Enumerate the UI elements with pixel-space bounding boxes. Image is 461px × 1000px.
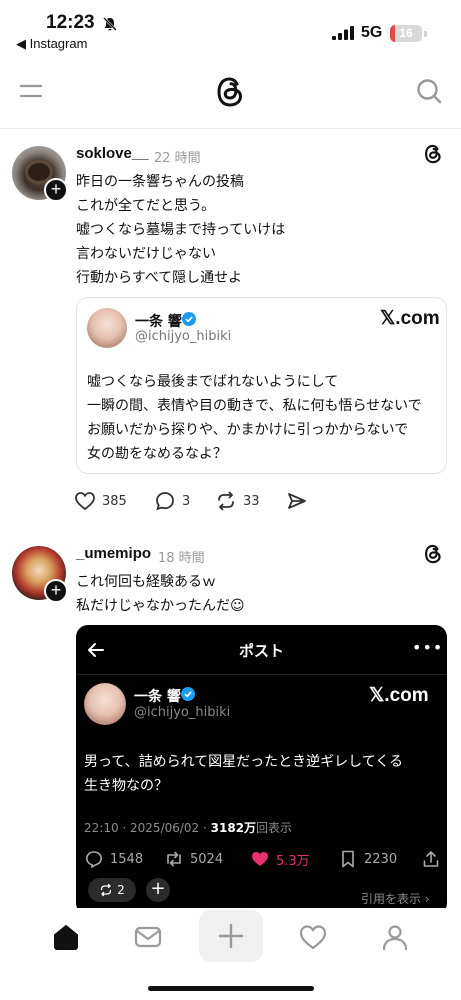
silent-bell-icon xyxy=(103,17,117,31)
activity-heart-icon[interactable] xyxy=(298,922,328,952)
embed-retweet-count: 5024 xyxy=(190,851,224,867)
embed-meta-views: 3182万 xyxy=(210,821,257,835)
profile-icon[interactable] xyxy=(380,922,410,952)
add-button[interactable]: + xyxy=(146,878,170,902)
quote-text-line: 嘘つくなら最後までばれないようにして xyxy=(87,374,339,390)
embed-reply-count: 1548 xyxy=(110,851,144,867)
battery-tip xyxy=(424,31,427,37)
search-icon[interactable] xyxy=(416,78,442,104)
embed-bookmark-count: 2230 xyxy=(364,851,398,867)
view-quotes-link[interactable]: 引用を表示 › xyxy=(361,890,430,907)
menu-icon[interactable] xyxy=(20,82,42,100)
send-icon xyxy=(288,493,306,509)
more-icon: ••• xyxy=(412,638,444,657)
embed-share-stat xyxy=(421,849,441,869)
embed-text-line: 生き物なの？ xyxy=(84,778,168,794)
battery-icon: 16 xyxy=(390,25,422,42)
embedded-screenshot[interactable]: ポスト ••• 一条 響 @ichijyo_hibiki 𝕏.com 男って、詰… xyxy=(76,625,447,915)
post-username[interactable]: soklove__ xyxy=(76,145,149,162)
embed-source: 𝕏.com xyxy=(369,685,429,706)
embed-retweet-stat: 5024 xyxy=(164,849,223,869)
repost-count: 33 xyxy=(243,493,260,509)
follow-plus-button[interactable]: + xyxy=(44,579,68,603)
post-timestamp: 18 時間 xyxy=(158,551,205,566)
network-type: 5G xyxy=(361,24,383,41)
quote-handle: @ichijyo_hibiki xyxy=(135,329,232,344)
quote-source: 𝕏.com xyxy=(380,308,440,329)
embed-meta-views-suffix: 回表示 xyxy=(256,821,293,835)
embed-text-line: 男って、詰められて図星だったとき逆ギレしてくる xyxy=(84,754,404,770)
post-text-line: 言わないだけじゃない xyxy=(76,246,216,262)
comment-count: 3 xyxy=(182,493,191,509)
status-bar: 12:23 ◀ Instagram 5G 16 xyxy=(0,0,461,58)
status-time: 12:23 xyxy=(46,12,95,33)
bottom-nav xyxy=(0,908,461,1000)
verified-badge-icon xyxy=(182,312,196,326)
embed-name: 一条 響 xyxy=(134,689,181,705)
like-count: 385 xyxy=(102,493,127,509)
embed-like-count: 5.3万 xyxy=(276,853,310,869)
comment-button[interactable]: 3 xyxy=(154,490,190,512)
quote-text-line: 女の勘をなめるなよ？ xyxy=(87,446,227,462)
bookmark-icon xyxy=(342,850,354,868)
home-icon[interactable] xyxy=(51,922,81,952)
quote-text-line: お願いだから探りや、かまかけに引っかからないで xyxy=(87,422,409,438)
post-text-line: 嘘つくなら墓場まで持っていけは xyxy=(76,222,286,238)
battery-percent: 16 xyxy=(399,26,413,40)
back-to-instagram[interactable]: ◀ Instagram xyxy=(16,36,87,52)
header-divider xyxy=(0,128,461,129)
embed-avatar xyxy=(84,683,126,725)
share-icon xyxy=(423,851,439,867)
repost-icon xyxy=(101,883,112,897)
share-button[interactable] xyxy=(286,490,308,512)
embed-reply-stat: 1548 xyxy=(84,849,143,869)
quote-name: 一条 響 xyxy=(135,314,182,330)
signal-icon xyxy=(332,26,354,40)
embed-like-stat: 5.3万 xyxy=(250,849,310,869)
threads-logo-icon[interactable] xyxy=(214,75,246,109)
reply-icon xyxy=(85,851,103,869)
post-text-line: これが全てだと思う。 xyxy=(76,198,216,214)
inbox-icon[interactable] xyxy=(133,922,163,952)
repost-pill[interactable]: 2 xyxy=(88,878,136,902)
verified-badge-icon xyxy=(181,687,195,701)
heart-icon xyxy=(75,492,95,511)
threads-icon[interactable] xyxy=(423,543,443,565)
follow-plus-button[interactable]: + xyxy=(44,178,68,202)
quote-avatar xyxy=(87,308,127,348)
post-text-line: 私だけじゃなかったんだ☺ xyxy=(76,598,245,614)
heart-filled-icon xyxy=(252,852,268,866)
post-text-line: これ何回も経験あるｗ xyxy=(76,574,216,590)
post-timestamp: 22 時間 xyxy=(154,151,201,166)
embed-title: ポスト xyxy=(238,642,284,660)
embed-top-bar: ポスト ••• xyxy=(76,625,447,675)
embed-bookmark-stat: 2230 xyxy=(338,849,397,869)
quote-text-line: 一瞬の間、表情や目の動きで、私に何も悟らせないで xyxy=(87,398,422,414)
embed-meta: 22:10 · 2025/06/02 · 3182万回表示 xyxy=(84,819,292,836)
repost-button[interactable]: 33 xyxy=(215,490,260,512)
quote-card[interactable]: 一条 響 @ichijyo_hibiki 𝕏.com 嘘つくなら最後までばれない… xyxy=(76,297,447,474)
retweet-icon xyxy=(167,851,181,867)
compose-button[interactable] xyxy=(199,910,263,962)
plus-icon xyxy=(218,923,244,949)
like-button[interactable]: 385 xyxy=(74,490,127,512)
repost-icon xyxy=(218,491,234,511)
embed-meta-time: 22:10 · 2025/06/02 · xyxy=(84,821,211,835)
home-indicator xyxy=(148,986,314,991)
threads-icon[interactable] xyxy=(423,143,443,165)
embed-handle: @ichijyo_hibiki xyxy=(134,705,231,720)
post-username[interactable]: _umemipo xyxy=(76,545,151,562)
comment-icon xyxy=(156,492,174,511)
post-text-line: 昨日の一条響ちゃんの投稿 xyxy=(76,174,244,190)
repost-pill-count: 2 xyxy=(117,883,125,897)
post-text-line: 行動からすべて隠し通せよ xyxy=(76,270,243,286)
